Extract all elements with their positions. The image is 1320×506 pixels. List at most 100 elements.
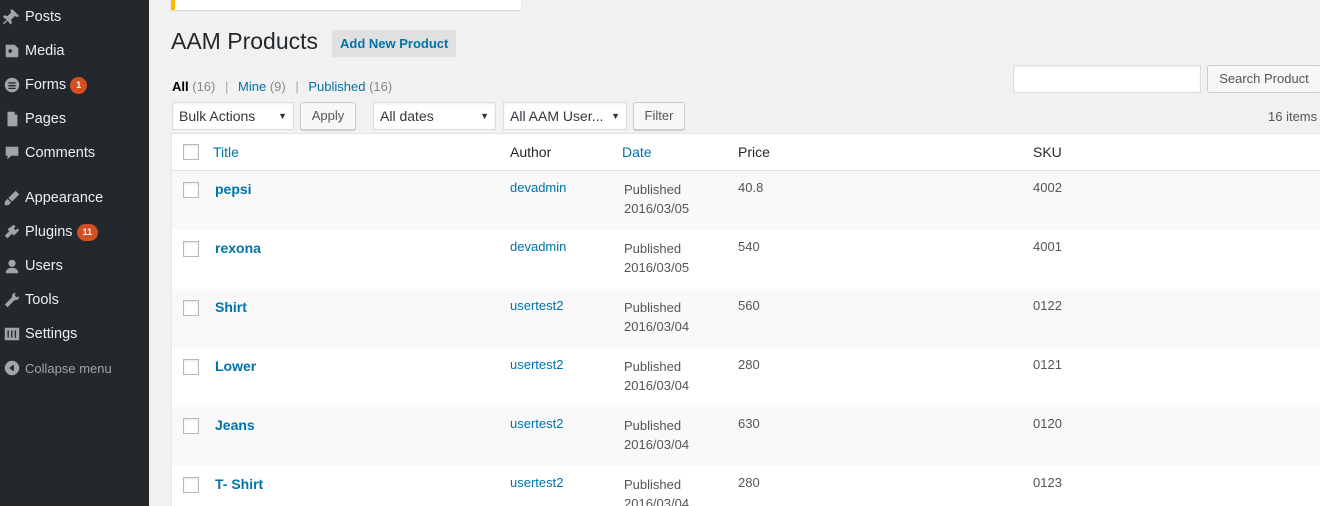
price-cell: 280 <box>738 475 760 490</box>
admin-sidebar: Posts Media Forms 1 Pages Comments Appea… <box>0 0 149 506</box>
row-checkbox[interactable] <box>183 241 199 257</box>
sku-cell: 0122 <box>1033 298 1062 313</box>
post-status: Published <box>624 182 682 197</box>
price-cell: 540 <box>738 239 760 254</box>
sidebar-item-tools[interactable]: Tools <box>0 283 149 317</box>
column-price-header: Price <box>738 144 770 160</box>
table-row: T- Shirt usertest2 Published 2016/03/04 2… <box>172 466 1320 506</box>
separator: | <box>295 79 299 94</box>
filter-mine-count: (9) <box>269 79 286 94</box>
author-link[interactable]: devadmin <box>510 180 566 195</box>
users-select[interactable]: All AAM User... ▼ <box>503 102 627 130</box>
column-author-header: Author <box>510 144 552 160</box>
filter-published-link[interactable]: Published <box>308 79 365 94</box>
media-icon <box>2 41 22 61</box>
sidebar-item-label: Plugins <box>25 224 73 240</box>
row-checkbox[interactable] <box>183 359 199 375</box>
row-checkbox[interactable] <box>183 477 199 493</box>
product-title-link[interactable]: Lower <box>215 358 256 374</box>
post-date: 2016/03/05 <box>624 201 690 216</box>
product-title-link[interactable]: T- Shirt <box>215 476 263 492</box>
post-status: Published <box>624 418 682 433</box>
filter-all-link[interactable]: All <box>172 79 189 94</box>
row-checkbox[interactable] <box>183 300 199 316</box>
sidebar-item-settings[interactable]: Settings <box>0 317 149 351</box>
search-input[interactable] <box>1013 65 1201 93</box>
column-date-header[interactable]: Date <box>622 144 652 160</box>
products-table: Title Author Date Price SKU pepsi devadm… <box>171 133 1320 506</box>
sidebar-item-comments[interactable]: Comments <box>0 136 149 170</box>
sidebar-item-users[interactable]: Users <box>0 249 149 283</box>
date-cell: Published 2016/03/05 <box>624 180 689 218</box>
chevron-down-icon: ▼ <box>611 111 620 121</box>
collapse-icon <box>2 358 22 378</box>
search-product-button[interactable]: Search Product <box>1207 65 1320 93</box>
add-new-product-button[interactable]: Add New Product <box>332 30 457 57</box>
product-title-link[interactable]: rexona <box>215 240 261 256</box>
post-date: 2016/03/04 <box>624 496 690 506</box>
sidebar-item-forms[interactable]: Forms 1 <box>0 68 149 102</box>
table-row: Jeans usertest2 Published 2016/03/04 630 … <box>172 407 1320 466</box>
row-checkbox[interactable] <box>183 418 199 434</box>
post-status: Published <box>624 359 682 374</box>
filter-published-count: (16) <box>369 79 393 94</box>
author-link[interactable]: usertest2 <box>510 416 563 431</box>
sidebar-item-pages[interactable]: Pages <box>0 102 149 136</box>
dates-value: All dates <box>380 108 434 124</box>
author-link[interactable]: devadmin <box>510 239 566 254</box>
price-cell: 40.8 <box>738 180 764 195</box>
post-date: 2016/03/04 <box>624 378 690 393</box>
table-row: Lower usertest2 Published 2016/03/04 280 … <box>172 348 1320 407</box>
status-filter-links: All (16) | Mine (9) | Published (16) <box>172 79 392 94</box>
sidebar-item-label: Users <box>25 258 63 274</box>
page-title: AAM Products <box>171 28 318 54</box>
bulk-actions-select[interactable]: Bulk Actions ▼ <box>172 102 294 130</box>
sidebar-item-appearance[interactable]: Appearance <box>0 181 149 215</box>
price-cell: 280 <box>738 357 760 372</box>
table-row: pepsi devadmin Published 2016/03/05 40.8 … <box>172 171 1320 230</box>
sidebar-item-plugins[interactable]: Plugins 11 <box>0 215 149 249</box>
items-count: 16 items <box>1268 109 1318 124</box>
author-link[interactable]: usertest2 <box>510 298 563 313</box>
sku-cell: 0120 <box>1033 416 1062 431</box>
bulk-actions-value: Bulk Actions <box>179 108 256 124</box>
apply-button[interactable]: Apply <box>300 102 356 130</box>
table-header: Title Author Date Price SKU <box>172 134 1320 171</box>
post-date: 2016/03/05 <box>624 260 690 275</box>
price-cell: 630 <box>738 416 760 431</box>
table-row: Shirt usertest2 Published 2016/03/04 560 … <box>172 289 1320 348</box>
table-row: rexona devadmin Published 2016/03/05 540 … <box>172 230 1320 289</box>
pin-icon <box>2 7 22 27</box>
price-cell: 560 <box>738 298 760 313</box>
sidebar-item-label: Comments <box>25 145 96 161</box>
dates-select[interactable]: All dates ▼ <box>373 102 496 130</box>
filter-all-count: (16) <box>192 79 216 94</box>
sidebar-item-label: Media <box>25 43 65 59</box>
users-icon <box>2 256 22 276</box>
sidebar-item-label: Tools <box>25 292 59 308</box>
comments-icon <box>2 143 22 163</box>
sku-cell: 4001 <box>1033 239 1062 254</box>
plugins-badge: 11 <box>76 223 99 241</box>
author-link[interactable]: usertest2 <box>510 475 563 490</box>
sidebar-item-posts[interactable]: Posts <box>0 0 149 34</box>
select-all-checkbox[interactable] <box>183 144 199 160</box>
author-link[interactable]: usertest2 <box>510 357 563 372</box>
filter-mine-link[interactable]: Mine <box>238 79 266 94</box>
sidebar-item-label: Posts <box>25 9 62 25</box>
row-checkbox[interactable] <box>183 182 199 198</box>
date-cell: Published 2016/03/04 <box>624 475 689 506</box>
sidebar-item-label: Appearance <box>25 190 104 206</box>
column-sku-header: SKU <box>1033 144 1062 160</box>
product-title-link[interactable]: Shirt <box>215 299 247 315</box>
product-title-link[interactable]: pepsi <box>215 181 252 197</box>
plugins-icon <box>2 222 22 242</box>
forms-badge: 1 <box>70 76 88 94</box>
product-title-link[interactable]: Jeans <box>215 417 255 433</box>
column-title-header[interactable]: Title <box>213 144 239 160</box>
sku-cell: 0121 <box>1033 357 1062 372</box>
filter-button[interactable]: Filter <box>633 102 685 130</box>
sidebar-item-media[interactable]: Media <box>0 34 149 68</box>
collapse-menu-button[interactable]: Collapse menu <box>0 351 149 385</box>
post-date: 2016/03/04 <box>624 319 690 334</box>
